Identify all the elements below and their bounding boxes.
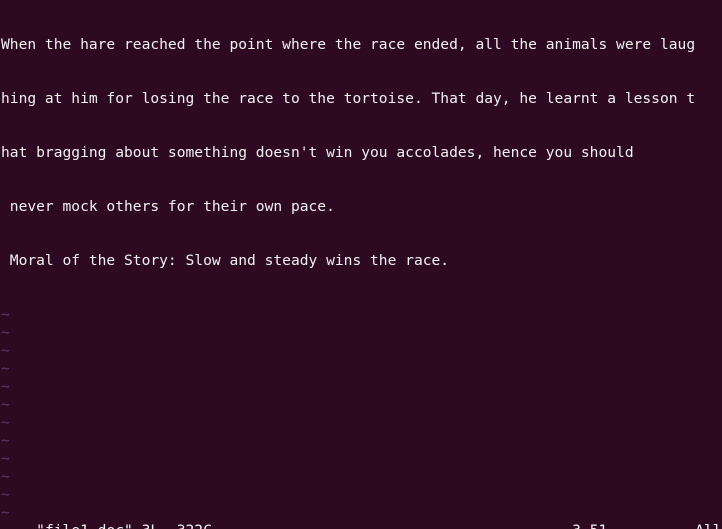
- statusline-scroll-position: All: [695, 522, 721, 529]
- terminal-window[interactable]: When the hare reached the point where th…: [0, 0, 722, 529]
- empty-line-marker: ~: [1, 342, 10, 359]
- empty-line-marker: ~: [1, 486, 10, 503]
- empty-line-markers: ~~~~~~~~~~~~~~~~~~~~~~~: [1, 306, 722, 529]
- empty-line-marker: ~: [1, 414, 10, 431]
- statusline-cursor-position: 3,51: [572, 522, 607, 529]
- empty-line-marker: ~: [1, 360, 10, 377]
- buffer-line: hing at him for losing the race to the t…: [1, 90, 696, 107]
- buffer-line: hat bragging about something doesn't win…: [1, 144, 634, 161]
- statusline-spacer-2: [607, 522, 695, 529]
- empty-line-marker: ~: [1, 324, 10, 341]
- empty-line-marker: ~: [1, 432, 10, 449]
- vim-statusline: "file1.doc" 3L, 322C 3,51 All: [1, 504, 722, 529]
- buffer-line: When the hare reached the point where th…: [1, 36, 696, 53]
- empty-line-marker: ~: [1, 450, 10, 467]
- buffer-line: Moral of the Story: Slow and steady wins…: [1, 252, 450, 269]
- buffer-line: never mock others for their own pace.: [1, 198, 335, 215]
- vim-buffer-area[interactable]: When the hare reached the point where th…: [1, 0, 722, 529]
- statusline-file-info: "file1.doc" 3L, 322C: [36, 522, 212, 529]
- statusline-spacer-1: [212, 522, 572, 529]
- empty-line-marker: ~: [1, 396, 10, 413]
- empty-line-marker: ~: [1, 468, 10, 485]
- empty-line-marker: ~: [1, 378, 10, 395]
- empty-line-marker: ~: [1, 306, 10, 323]
